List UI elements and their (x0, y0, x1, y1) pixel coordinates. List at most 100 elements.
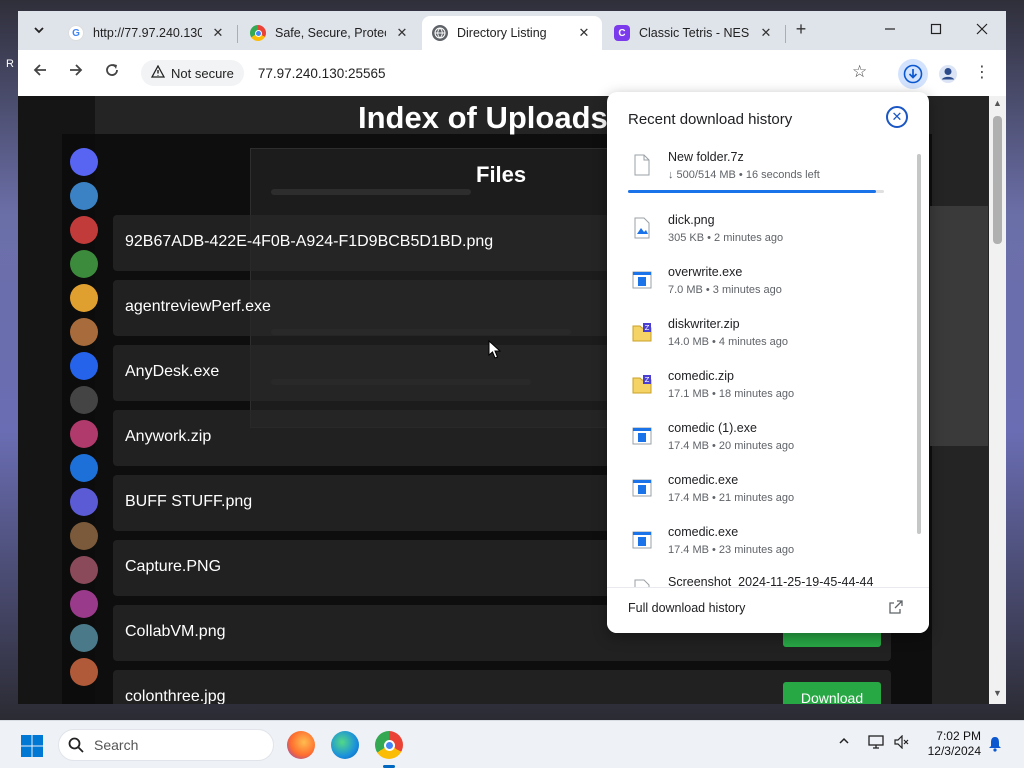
reload-button[interactable] (100, 62, 124, 86)
chrome-icon (250, 25, 266, 41)
download-item[interactable]: comedic.exe 17.4 MB • 23 minutes ago (607, 522, 917, 574)
exe-file-icon (632, 271, 652, 289)
download-item[interactable]: overwrite.exe 7.0 MB • 3 minutes ago (607, 262, 917, 314)
ghost-line (271, 189, 471, 195)
download-item[interactable]: comedic (1).exe 17.4 MB • 20 minutes ago (607, 418, 917, 470)
file-name[interactable]: 92B67ADB-422E-4F0B-A924-F1D9BCB5D1BD.png (125, 233, 493, 251)
download-panel-scrollbar[interactable] (917, 154, 921, 534)
address-bar[interactable]: Not secure 77.97.240.130:25565 (138, 58, 888, 88)
file-name[interactable]: CollabVM.png (125, 623, 226, 641)
page-scrollbar[interactable]: ▲ ▼ (989, 96, 1006, 704)
tab-label: http://77.97.240.130: (93, 26, 202, 40)
exe-file-icon (632, 531, 652, 549)
new-tab-button[interactable]: + (790, 19, 812, 41)
plus-icon: + (795, 19, 807, 39)
security-indicator[interactable]: Not secure (141, 60, 244, 86)
arrow-right-icon (70, 64, 83, 76)
file-name[interactable]: Capture.PNG (125, 558, 221, 576)
minimize-icon (885, 28, 895, 30)
chevron-up-icon[interactable] (838, 735, 850, 750)
download-history-panel: Recent download history ✕ New folder.7z … (607, 92, 929, 633)
download-name: dick.png (668, 213, 715, 227)
search-icon (68, 737, 84, 753)
tab-classic-tetris[interactable]: C Classic Tetris - NES O ✕ (604, 16, 784, 50)
image-file-icon (634, 217, 650, 239)
profile-button[interactable] (936, 62, 960, 86)
download-meta: 14.0 MB • 4 minutes ago (668, 336, 789, 348)
download-button[interactable]: Download (783, 682, 881, 704)
scroll-up-icon[interactable]: ▲ (993, 98, 1002, 108)
svg-text:Z: Z (645, 376, 650, 384)
tab-directory-listing[interactable]: Directory Listing ✕ (422, 16, 602, 50)
scrollbar-thumb[interactable] (993, 116, 1002, 244)
close-icon[interactable]: ✕ (758, 25, 774, 41)
file-name[interactable]: BUFF STUFF.png (125, 493, 252, 511)
download-name: New folder.7z (668, 150, 744, 164)
tab-search-button[interactable] (28, 19, 50, 41)
zip-file-icon: Z (632, 375, 652, 394)
page-title: Index of Uploads (358, 100, 608, 135)
download-name: overwrite.exe (668, 265, 743, 279)
bookmark-star-icon[interactable]: ☆ (852, 62, 867, 82)
notification-bell-icon[interactable] (988, 736, 1002, 756)
background-server-rail (64, 136, 106, 704)
server-icon (70, 488, 98, 516)
taskbar-search[interactable]: Search (58, 729, 274, 761)
file-name[interactable]: AnyDesk.exe (125, 363, 219, 381)
firefox-icon[interactable] (287, 731, 315, 759)
download-meta: ↓ 500/514 MB • 16 seconds left (668, 169, 820, 181)
server-icon (70, 590, 98, 618)
globe-icon (432, 25, 448, 41)
server-icon (70, 420, 98, 448)
url-text: 77.97.240.130:25565 (257, 65, 386, 81)
warning-icon (150, 64, 166, 81)
reload-icon (106, 64, 118, 76)
edge-icon[interactable] (331, 731, 359, 759)
browser-toolbar: Not secure 77.97.240.130:25565 ☆ ⋮ (18, 50, 1006, 96)
tab-safe-secure[interactable]: Safe, Secure, Protecte ✕ (240, 16, 420, 50)
maximize-icon (930, 23, 942, 35)
download-name: comedic.exe (668, 525, 739, 539)
close-icon[interactable]: ✕ (576, 25, 592, 41)
server-icon (70, 148, 98, 176)
windows-start-icon[interactable] (20, 734, 44, 758)
tab-http[interactable]: G http://77.97.240.130: ✕ (58, 16, 236, 50)
tab-separator (237, 25, 238, 43)
file-name[interactable]: agentreviewPerf.exe (125, 298, 271, 316)
full-download-history-link[interactable]: Full download history (607, 587, 929, 633)
close-window-button[interactable] (959, 19, 1005, 43)
maximize-button[interactable] (913, 19, 959, 43)
server-icon (70, 284, 98, 312)
download-item[interactable]: dick.png 305 KB • 2 minutes ago (607, 210, 917, 262)
download-icon (903, 64, 923, 84)
file-name[interactable]: Anywork.zip (125, 428, 211, 446)
file-name[interactable]: colonthree.jpg (125, 688, 226, 704)
chrome-icon[interactable] (375, 731, 403, 759)
download-item[interactable]: Z comedic.zip 17.1 MB • 18 minutes ago (607, 366, 917, 418)
close-icon[interactable]: ✕ (394, 25, 410, 41)
download-item[interactable]: Z diskwriter.zip 14.0 MB • 4 minutes ago (607, 314, 917, 366)
server-icon (70, 454, 98, 482)
download-name: comedic.zip (668, 369, 734, 383)
file-icon (634, 154, 650, 176)
download-name: diskwriter.zip (668, 317, 740, 331)
minimize-button[interactable] (867, 19, 913, 43)
system-clock[interactable]: 7:02 PM 12/3/2024 (925, 729, 981, 759)
downloads-button[interactable] (898, 59, 928, 89)
forward-button[interactable] (64, 62, 88, 86)
clock-date: 12/3/2024 (927, 744, 981, 758)
download-meta: 17.1 MB • 18 minutes ago (668, 388, 795, 400)
volume-muted-icon[interactable] (894, 734, 910, 752)
back-button[interactable] (28, 62, 52, 86)
network-icon[interactable] (868, 735, 884, 752)
tab-separator (785, 25, 786, 43)
google-icon: G (68, 25, 84, 41)
close-panel-button[interactable]: ✕ (886, 106, 908, 128)
tetris-icon: C (614, 25, 630, 41)
download-item[interactable]: comedic.exe 17.4 MB • 21 minutes ago (607, 470, 917, 522)
close-icon[interactable]: ✕ (210, 25, 226, 41)
scroll-down-icon[interactable]: ▼ (993, 688, 1002, 698)
search-label: Search (94, 737, 139, 753)
more-vertical-icon: ⋮ (974, 64, 990, 81)
browser-menu-button[interactable]: ⋮ (974, 62, 990, 86)
